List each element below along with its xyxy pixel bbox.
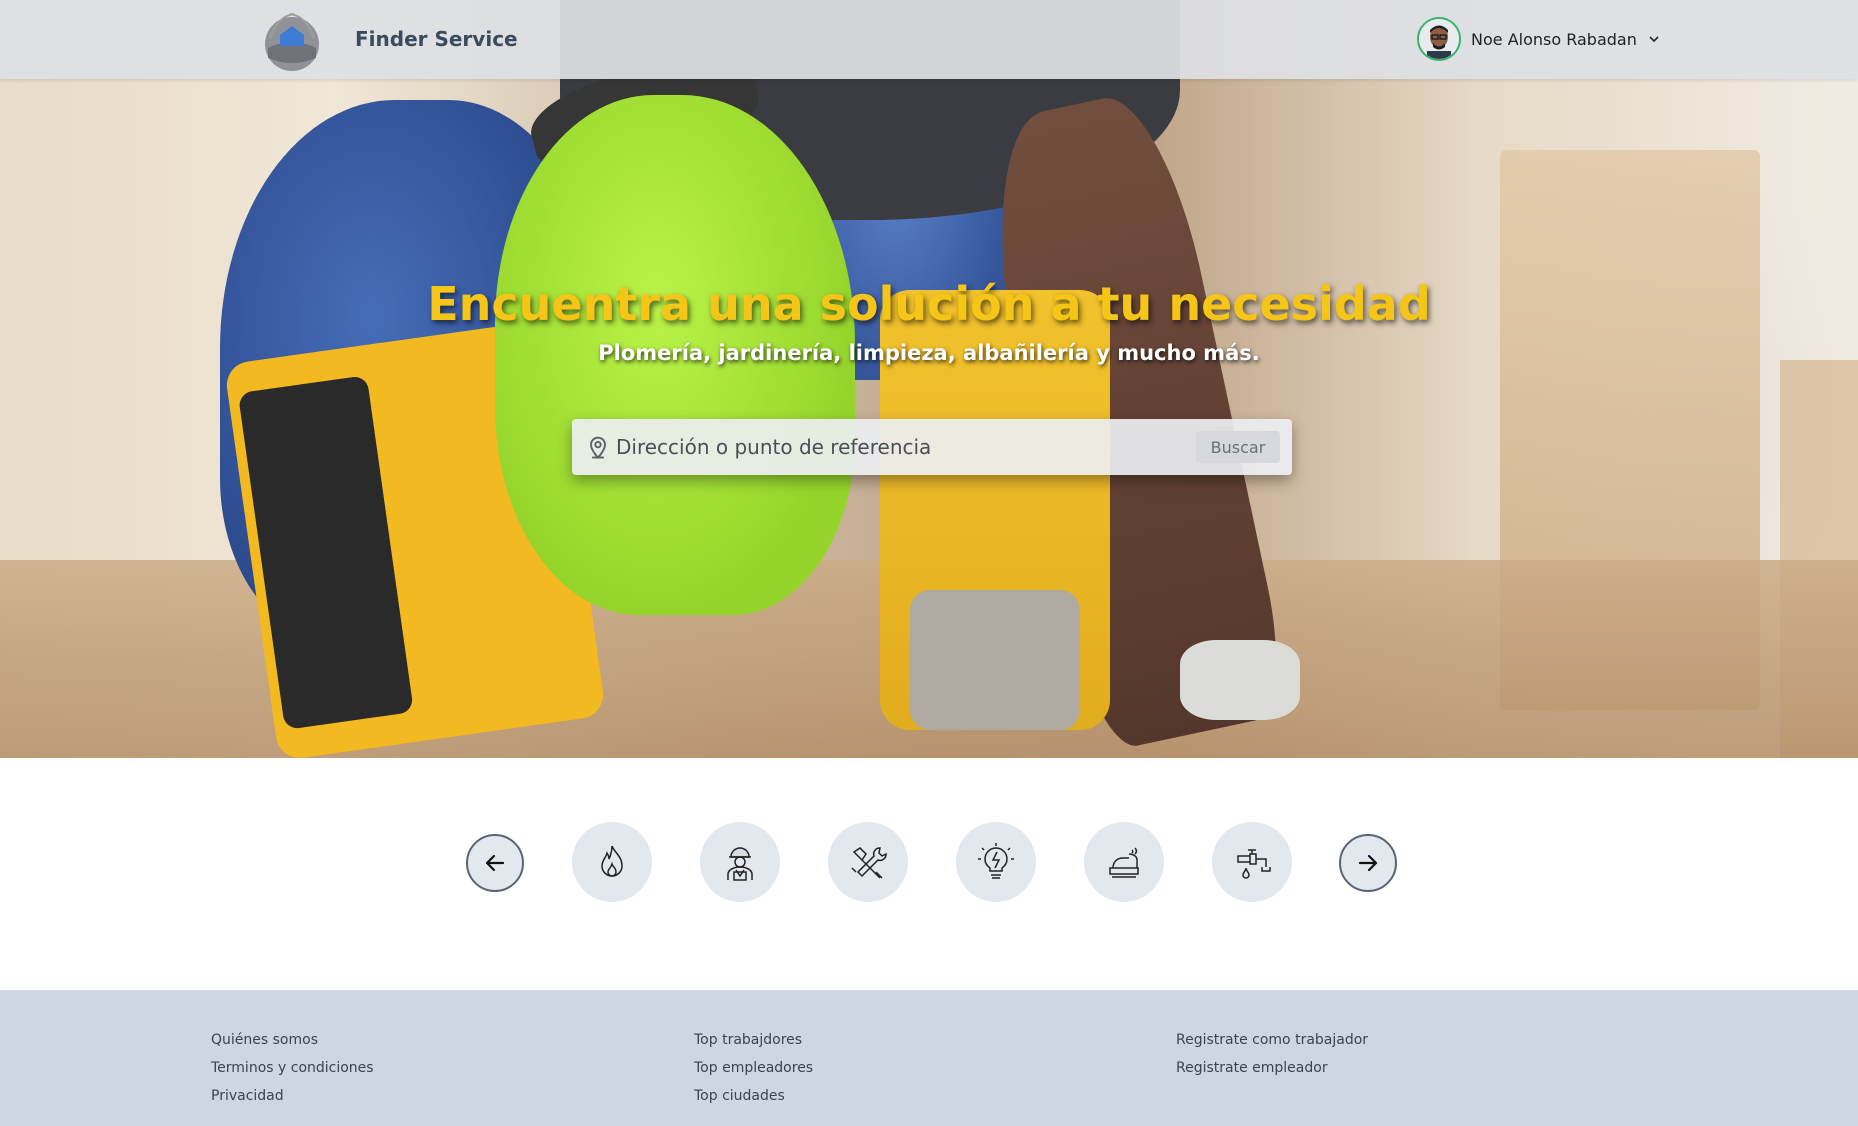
category-construction[interactable]	[700, 822, 780, 902]
footer-column-about: Quiénes somos Terminos y condiciones Pri…	[211, 1026, 374, 1110]
footer-link-top-cities[interactable]: Top ciudades	[694, 1082, 813, 1110]
hero-title: Encuentra una solución a tu necesidad	[427, 277, 1431, 331]
worker-icon	[727, 847, 753, 881]
fire-icon	[601, 845, 623, 877]
footer-link-top-employers[interactable]: Top empleadores	[694, 1054, 813, 1082]
chevron-down-icon[interactable]	[1647, 32, 1661, 46]
footer-column-register: Registrate como trabajador Registrate em…	[1176, 1026, 1368, 1082]
footer-link-register-employer[interactable]: Registrate empleador	[1176, 1054, 1368, 1082]
carousel-prev-button[interactable]	[466, 834, 524, 892]
address-search-input[interactable]	[616, 427, 1156, 467]
logo-icon[interactable]	[258, 6, 326, 74]
user-menu[interactable]: Noe Alonso Rabadan	[1417, 16, 1661, 62]
category-electricity[interactable]	[956, 822, 1036, 902]
avatar[interactable]	[1417, 17, 1461, 61]
arrow-right-icon	[1358, 854, 1378, 872]
search-bar: Buscar	[572, 419, 1292, 475]
footer-link-privacy[interactable]: Privacidad	[211, 1082, 374, 1110]
footer-link-top-workers[interactable]: Top trabajdores	[694, 1026, 813, 1054]
hero-subtitle: Plomería, jardinería, limpieza, albañile…	[598, 341, 1260, 365]
hero-overlay	[0, 0, 1858, 758]
arrow-left-icon	[485, 854, 505, 872]
user-photo-icon	[1419, 19, 1459, 59]
footer-link-register-worker[interactable]: Registrate como trabajador	[1176, 1026, 1368, 1054]
top-navbar: Finder Service Noe Alonso Rabadan	[0, 0, 1858, 79]
tools-icon	[851, 847, 887, 879]
footer-link-about-us[interactable]: Quiénes somos	[211, 1026, 374, 1054]
category-plumbing[interactable]	[1212, 822, 1292, 902]
category-carousel	[0, 820, 1858, 902]
category-gas[interactable]	[572, 822, 652, 902]
footer: Quiénes somos Terminos y condiciones Pri…	[0, 990, 1858, 1126]
cleaning-icon	[1109, 847, 1139, 878]
plumbing-icon	[1237, 849, 1271, 879]
footer-column-top: Top trabajdores Top empleadores Top ciud…	[694, 1026, 813, 1110]
hero-banner: Encuentra una solución a tu necesidad Pl…	[0, 0, 1858, 758]
carousel-next-button[interactable]	[1339, 834, 1397, 892]
footer-link-terms[interactable]: Terminos y condiciones	[211, 1054, 374, 1082]
category-repair[interactable]	[828, 822, 908, 902]
brand-name[interactable]: Finder Service	[355, 27, 518, 51]
user-name[interactable]: Noe Alonso Rabadan	[1471, 30, 1637, 49]
search-button[interactable]: Buscar	[1196, 431, 1280, 463]
location-pin-icon	[590, 436, 606, 459]
lightbulb-icon	[978, 843, 1014, 879]
category-cleaning[interactable]	[1084, 822, 1164, 902]
